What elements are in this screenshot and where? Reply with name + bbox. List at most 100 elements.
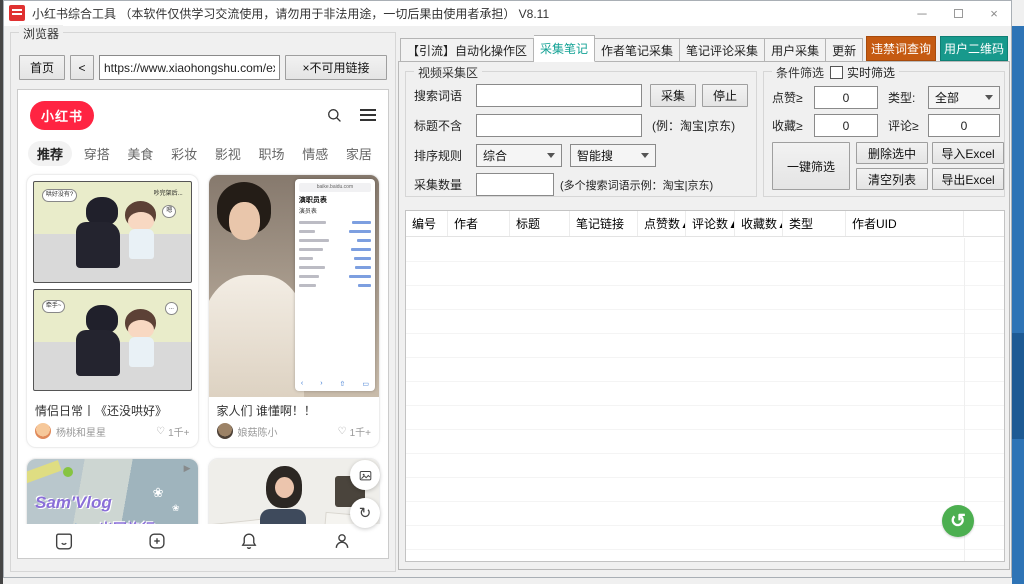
results-table: 编号 作者 标题 笔记链接 点赞数▲ 评论数▲ 收藏数▲ 类型 作者UID ↺ (405, 210, 1005, 562)
table-body-empty: ↺ (406, 238, 1004, 561)
import-excel-button[interactable]: 导入Excel (932, 142, 1004, 164)
nav-item-home[interactable]: 家居 (340, 141, 378, 166)
column-header-type[interactable]: 类型 (783, 211, 846, 236)
nav-item-career[interactable]: 职场 (253, 141, 291, 166)
nav-item-makeup[interactable]: 彩妆 (165, 141, 203, 166)
create-post-icon[interactable] (146, 530, 168, 552)
export-excel-button[interactable]: 导出Excel (932, 168, 1004, 190)
image-mode-button[interactable] (350, 460, 380, 490)
home-icon[interactable] (53, 530, 75, 552)
url-input[interactable] (99, 55, 280, 80)
column-header-note-link[interactable]: 笔记链接 (570, 211, 638, 236)
title-exclude-input[interactable] (476, 114, 642, 137)
speech-bubble: ... (165, 302, 178, 315)
column-header-blank (964, 211, 1004, 236)
refresh-feed-button[interactable]: ↻ (350, 498, 380, 528)
like-count: 1千+ (168, 424, 189, 439)
user-qrcode-button[interactable]: 用户二维码 (940, 36, 1008, 61)
card-photo: baike.baidu.com 演职员表 演员表 ‹›⇧▭ (209, 175, 380, 397)
chevron-down-icon (985, 95, 993, 100)
feed-card-couple-comic[interactable]: 吵完架后... 哄好没有? 嗯 牵手~ ... (26, 174, 199, 448)
likes-min-input[interactable] (814, 86, 878, 109)
chevron-down-icon (641, 153, 649, 158)
flower-icon: ❀ (153, 485, 164, 501)
flower-icon: ❀ (172, 503, 180, 514)
site-bottom-nav (18, 524, 388, 558)
author-name[interactable]: 杨桃和星星 (56, 424, 106, 439)
tab-user-collect[interactable]: 用户采集 (765, 38, 826, 62)
column-header-comments[interactable]: 评论数▲ (686, 211, 735, 236)
column-header-likes[interactable]: 点赞数▲ (638, 211, 686, 236)
realtime-filter-checkbox[interactable] (830, 66, 843, 79)
comic-image: 吵完架后... 哄好没有? 嗯 牵手~ ... (27, 175, 198, 397)
tab-update[interactable]: 更新 (826, 38, 863, 62)
author-name[interactable]: 娘菇陈小 (238, 424, 278, 439)
profile-icon[interactable] (331, 530, 353, 552)
search-mode-select[interactable]: 智能搜 (570, 144, 656, 167)
column-header-author-uid[interactable]: 作者UID (846, 211, 964, 236)
speech-bubble: 嗯 (162, 205, 176, 218)
search-icon[interactable] (325, 106, 344, 125)
category-nav: 推荐 穿搭 美食 彩妆 影视 职场 情感 家居 (28, 140, 378, 166)
collect-notes-tab-panel: 视频采集区 搜索词语 采集 停止 标题不含 (例：淘宝|京东) 排序规则 综合 … (398, 61, 1010, 570)
banned-words-button[interactable]: 违禁词查询 (866, 36, 936, 61)
author-avatar[interactable] (35, 423, 51, 439)
feed-cards: 吵完架后... 哄好没有? 嗯 牵手~ ... (26, 174, 380, 559)
heart-icon[interactable]: ♡ (338, 426, 347, 437)
comic-caption: 吵完架后... (154, 188, 183, 197)
column-header-number[interactable]: 编号 (406, 211, 448, 236)
favorites-min-input[interactable] (814, 114, 878, 137)
delete-selected-button[interactable]: 删除选中 (856, 142, 928, 164)
heart-icon[interactable]: ♡ (156, 426, 165, 437)
nav-item-emotion[interactable]: 情感 (296, 141, 334, 166)
search-words-input[interactable] (476, 84, 642, 107)
tab-note-comments[interactable]: 笔记评论采集 (680, 38, 765, 62)
tab-author-notes[interactable]: 作者笔记采集 (595, 38, 680, 62)
close-button[interactable]: × (976, 0, 1012, 26)
sort-rule-select[interactable]: 综合 (476, 144, 562, 167)
tab-collect-notes[interactable]: 采集笔记 (534, 35, 595, 62)
maximize-button[interactable] (940, 0, 976, 26)
column-header-favorites[interactable]: 收藏数▲ (735, 211, 783, 236)
nav-item-outfits[interactable]: 穿搭 (78, 141, 116, 166)
refresh-table-button[interactable]: ↺ (942, 505, 974, 537)
menu-icon[interactable] (360, 109, 376, 111)
picture-icon (358, 468, 373, 483)
xiaohongshu-logo[interactable]: 小红书 (30, 101, 94, 130)
nav-item-recommend[interactable]: 推荐 (28, 141, 72, 166)
cover-title: Sam'Vlog (35, 493, 112, 513)
window-title: 小红书综合工具 （本软件仅供学习交流使用，请勿用于非法用途，一切后果由使用者承担… (32, 5, 549, 22)
browser-viewport: 小红书 推荐 穿搭 美食 彩妆 影视 职场 情感 家居 (17, 89, 389, 559)
app-window: 小红书综合工具 （本软件仅供学习交流使用，请勿用于非法用途，一切后果由使用者承担… (0, 0, 1024, 584)
collect-count-label: 采集数量 (414, 176, 476, 193)
realtime-filter-label: 实时筛选 (847, 64, 895, 81)
type-select[interactable]: 全部 (928, 86, 1000, 109)
condition-filter-label: 条件筛选 (772, 64, 828, 81)
column-header-title[interactable]: 标题 (510, 211, 570, 236)
title-exclude-label: 标题不含 (414, 117, 476, 134)
chevron-down-icon (547, 153, 555, 158)
one-key-filter-button[interactable]: 一键筛选 (772, 142, 850, 190)
bell-icon[interactable] (238, 530, 260, 552)
stop-button[interactable]: 停止 (702, 84, 748, 107)
tab-automation[interactable]: 【引流】自动化操作区 (400, 38, 534, 62)
nav-item-movies[interactable]: 影视 (209, 141, 247, 166)
comments-min-input[interactable] (928, 114, 1000, 137)
home-button[interactable]: 首页 (19, 55, 65, 80)
column-header-author[interactable]: 作者 (448, 211, 510, 236)
collect-count-input[interactable] (476, 173, 554, 196)
author-avatar[interactable] (217, 423, 233, 439)
back-button[interactable]: < (70, 55, 94, 80)
sort-rule-label: 排序规则 (414, 147, 476, 164)
collect-button[interactable]: 采集 (650, 84, 696, 107)
feed-card-hanfu[interactable]: baike.baidu.com 演职员表 演员表 ‹›⇧▭ (208, 174, 381, 448)
maximize-icon (954, 9, 963, 18)
refresh-icon: ↺ (950, 510, 966, 533)
invalid-link-button[interactable]: ×不可用链接 (285, 55, 387, 80)
overlay-url: baike.baidu.com (299, 183, 371, 192)
clear-list-button[interactable]: 清空列表 (856, 168, 928, 190)
overlay-browser-toolbar: ‹›⇧▭ (301, 380, 369, 388)
minimize-button[interactable]: ─ (904, 0, 940, 26)
nav-item-food[interactable]: 美食 (121, 141, 159, 166)
type-label: 类型: (888, 89, 928, 106)
